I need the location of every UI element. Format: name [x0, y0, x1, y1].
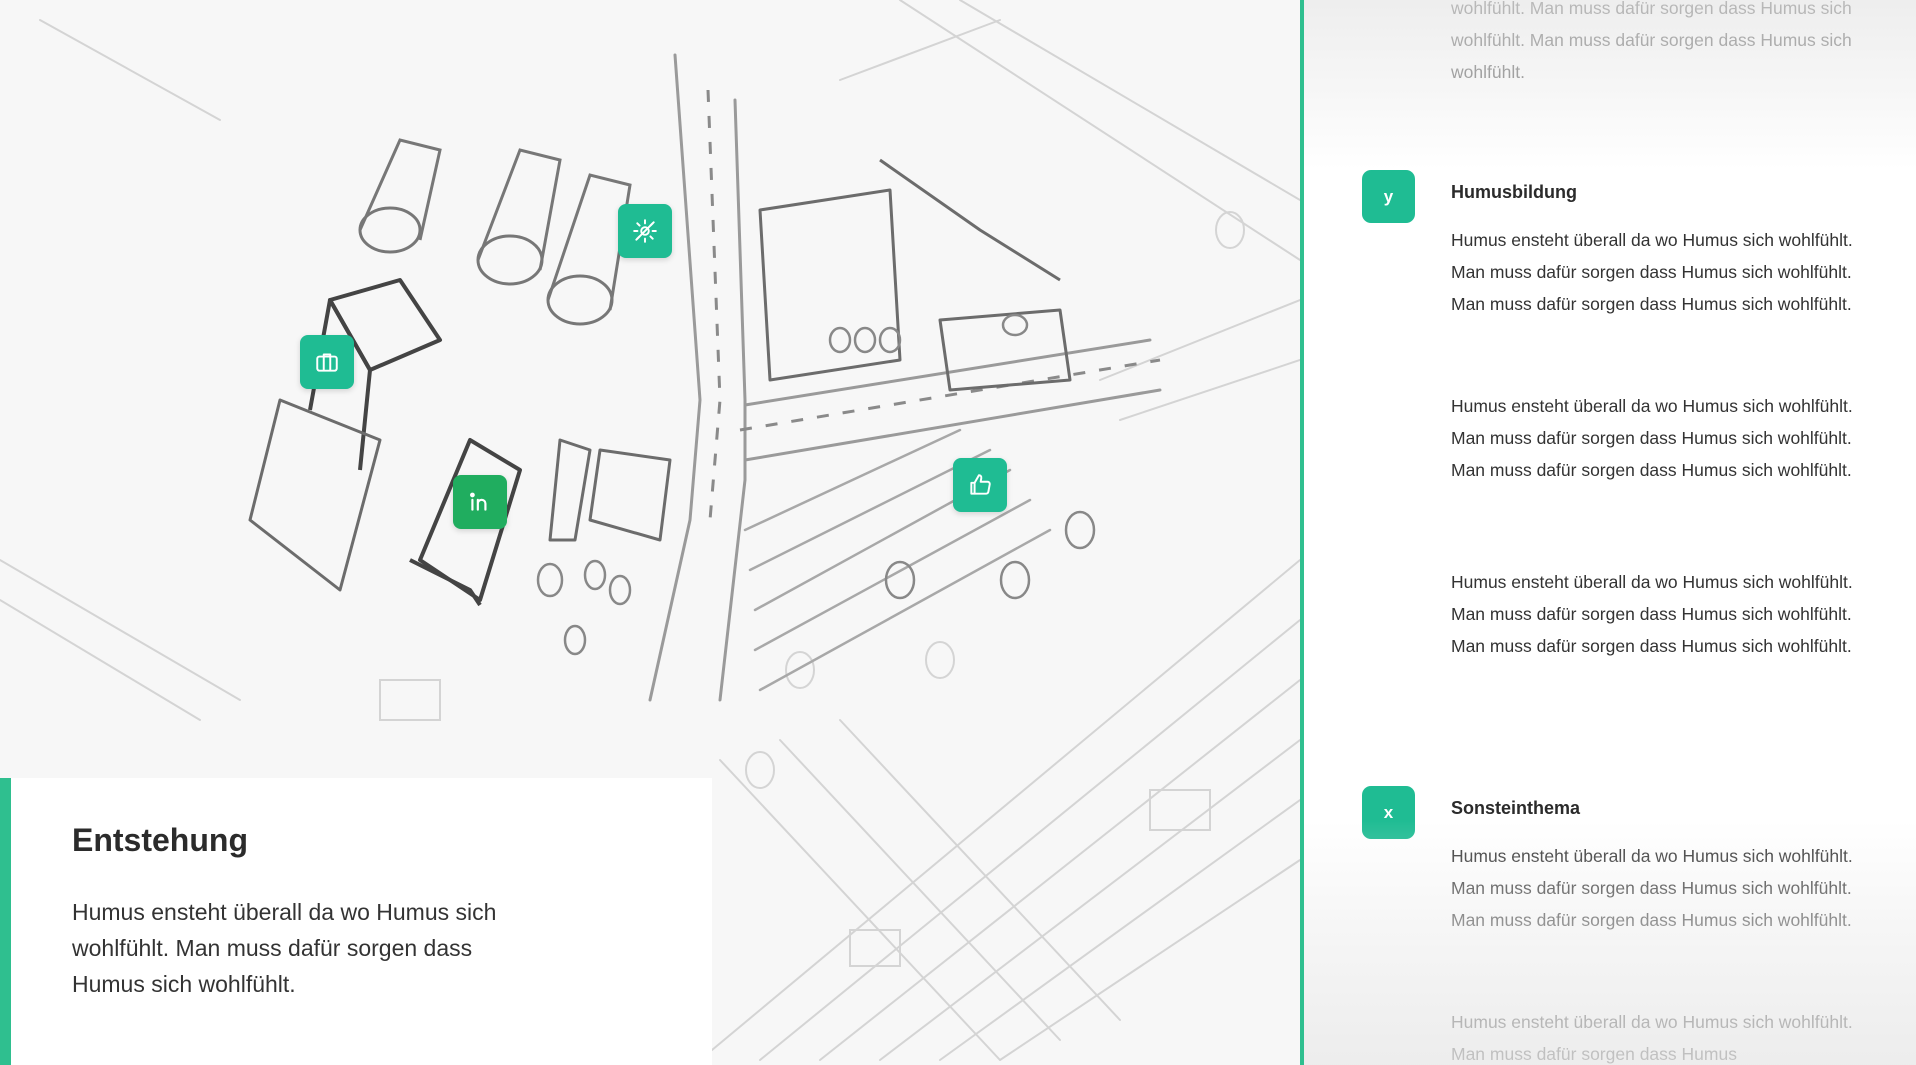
section-paragraph: Humus ensteht überall da wo Humus sich w…	[1451, 230, 1853, 314]
linkedin-marker[interactable]	[453, 475, 507, 529]
section-paragraph: Humus ensteht überall da wo Humus sich w…	[1451, 846, 1853, 930]
content-panel[interactable]: wohlfühlt. Man muss dafür sorgen dass Hu…	[1304, 0, 1916, 1065]
thumbs-up-marker[interactable]	[953, 458, 1007, 512]
info-card-title: Entstehung	[72, 822, 248, 858]
section-title: Humusbildung	[1451, 182, 1577, 202]
section-paragraph: Humus ensteht überall da wo Humus sich w…	[1451, 1012, 1853, 1064]
info-card: Entstehung Humus ensteht überall da wo H…	[0, 778, 712, 1065]
no-sun-marker[interactable]	[618, 204, 672, 258]
info-card-body: Humus ensteht überall da wo Humus sich w…	[72, 899, 497, 997]
section-badge: x	[1362, 786, 1415, 839]
linkedin-icon	[470, 492, 487, 511]
panel-paragraph: wohlfühlt. Man muss dafür sorgen dass Hu…	[1451, 0, 1852, 82]
section-badge: y	[1362, 170, 1415, 223]
section-paragraph: Humus ensteht überall da wo Humus sich w…	[1451, 396, 1853, 480]
no-sun-icon	[633, 219, 657, 243]
section-title: Sonsteinthema	[1451, 798, 1581, 818]
briefcase-icon	[316, 353, 338, 372]
thumbs-up-icon	[970, 474, 991, 495]
briefcase-marker[interactable]	[300, 335, 354, 389]
section-paragraph: Humus ensteht überall da wo Humus sich w…	[1451, 572, 1853, 656]
info-card-accent-bar	[0, 778, 11, 1065]
sketch-map[interactable]: Entstehung Humus ensteht überall da wo H…	[0, 0, 1300, 1065]
